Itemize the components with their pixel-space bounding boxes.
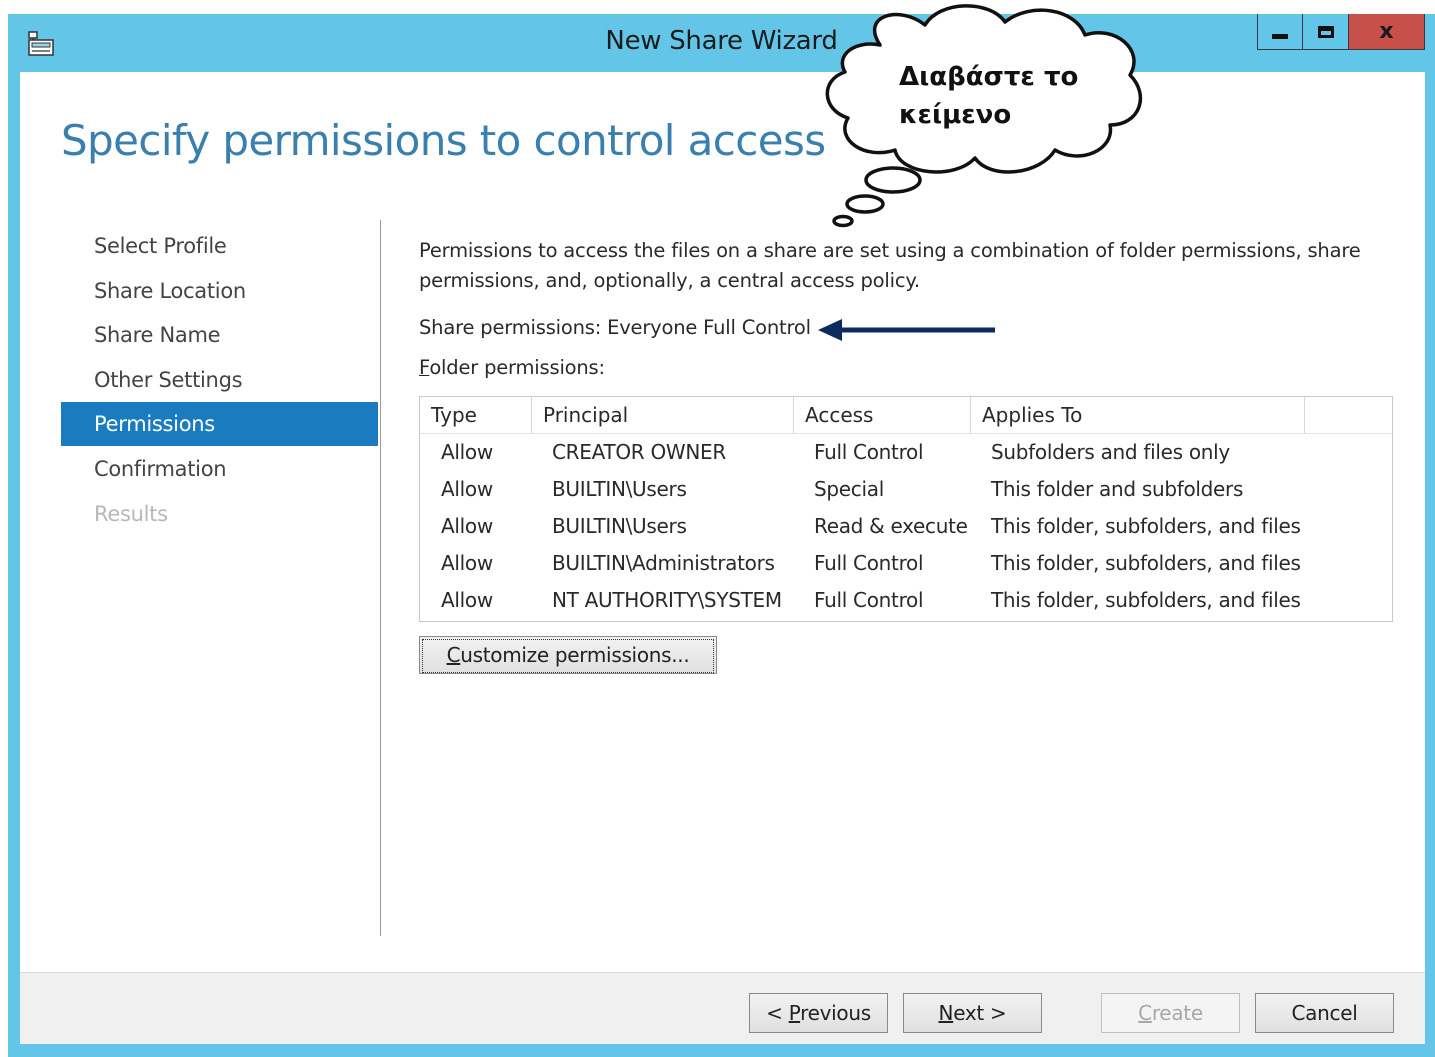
cell-type: Allow xyxy=(441,588,493,612)
folder-permissions-label: Folder permissions: xyxy=(419,356,605,379)
minimize-icon xyxy=(1272,34,1288,39)
close-button[interactable]: x xyxy=(1349,14,1425,50)
column-header-principal[interactable]: Principal xyxy=(532,397,794,433)
cell-access: Full Control xyxy=(814,440,924,464)
create-button: Create xyxy=(1101,993,1240,1033)
cell-applies-to: This folder, subfolders, and files xyxy=(991,588,1301,612)
nav-divider xyxy=(380,220,381,936)
nav-item-results: Results xyxy=(94,501,168,526)
table-row[interactable]: Allow BUILTIN\Users Read & execute This … xyxy=(420,508,1392,545)
wizard-steps-nav: Select Profile Share Location Share Name… xyxy=(61,224,378,536)
nav-item-confirmation[interactable]: Confirmation xyxy=(61,447,378,491)
callout-text: Διαβάστε το κείμενο xyxy=(899,58,1078,134)
page-title: Specify permissions to control access xyxy=(61,116,826,165)
nav-item-permissions[interactable]: Permissions xyxy=(61,402,378,447)
title-bar[interactable]: New Share Wizard x xyxy=(8,14,1435,72)
maximize-button[interactable] xyxy=(1303,14,1349,50)
cell-principal: BUILTIN\Users xyxy=(552,477,687,501)
cell-principal: BUILTIN\Users xyxy=(552,514,687,538)
cell-access: Read & execute xyxy=(814,514,968,538)
maximize-icon xyxy=(1317,25,1334,38)
cell-principal: CREATOR OWNER xyxy=(552,440,726,464)
nav-item-share-location[interactable]: Share Location xyxy=(61,269,378,313)
cell-access: Special xyxy=(814,477,884,501)
wizard-window: New Share Wizard x Specify permissions t… xyxy=(8,14,1435,1057)
cell-type: Allow xyxy=(441,477,493,501)
cell-access: Full Control xyxy=(814,588,924,612)
share-permissions-text: Share permissions: Everyone Full Control xyxy=(419,316,811,339)
cancel-button[interactable]: Cancel xyxy=(1255,993,1394,1033)
column-header-access[interactable]: Access xyxy=(794,397,971,433)
close-icon: x xyxy=(1379,19,1394,44)
cell-applies-to: This folder, subfolders, and files xyxy=(991,514,1301,538)
customize-permissions-button[interactable]: Customize permissions... xyxy=(419,636,717,674)
table-row[interactable]: Allow CREATOR OWNER Full Control Subfold… xyxy=(420,434,1392,471)
column-header-type[interactable]: Type xyxy=(420,397,532,433)
table-header: Type Principal Access Applies To xyxy=(420,397,1392,434)
intro-text: Permissions to access the files on a sha… xyxy=(419,239,1361,292)
next-button[interactable]: Next > xyxy=(903,993,1042,1033)
cell-principal: BUILTIN\Administrators xyxy=(552,551,775,575)
nav-item-select-profile[interactable]: Select Profile xyxy=(61,224,378,268)
callout-line-1: Διαβάστε το xyxy=(899,62,1079,92)
cell-principal: NT AUTHORITY\SYSTEM xyxy=(552,588,782,612)
cell-type: Allow xyxy=(441,551,493,575)
table-row[interactable]: Allow BUILTIN\Administrators Full Contro… xyxy=(420,545,1392,582)
column-header-empty xyxy=(1305,397,1392,433)
table-row[interactable]: Allow NT AUTHORITY\SYSTEM Full Control T… xyxy=(420,582,1392,619)
cell-type: Allow xyxy=(441,514,493,538)
permissions-content: Permissions to access the files on a sha… xyxy=(419,236,1409,674)
cell-applies-to: This folder and subfolders xyxy=(991,477,1244,501)
wizard-client-area: Specify permissions to control access Se… xyxy=(20,72,1425,1044)
nav-item-other-settings[interactable]: Other Settings xyxy=(61,358,378,402)
callout-line-2: κείμενο xyxy=(899,100,1012,130)
column-header-applies-to[interactable]: Applies To xyxy=(971,397,1305,433)
cell-type: Allow xyxy=(441,440,493,464)
customize-permissions-label: Customize permissions... xyxy=(422,639,714,673)
nav-item-share-name[interactable]: Share Name xyxy=(61,313,378,357)
previous-button[interactable]: < Previous xyxy=(749,993,888,1033)
cell-applies-to: Subfolders and files only xyxy=(991,440,1230,464)
folder-permissions-table[interactable]: Type Principal Access Applies To Allow C… xyxy=(419,396,1393,622)
cell-applies-to: This folder, subfolders, and files xyxy=(991,551,1301,575)
wizard-footer: < Previous Next > Create Cancel xyxy=(20,972,1425,1044)
minimize-button[interactable] xyxy=(1257,14,1303,50)
window-controls: x xyxy=(1257,14,1425,50)
table-row[interactable]: Allow BUILTIN\Users Special This folder … xyxy=(420,471,1392,508)
window-title: New Share Wizard xyxy=(605,26,838,56)
cell-access: Full Control xyxy=(814,551,924,575)
